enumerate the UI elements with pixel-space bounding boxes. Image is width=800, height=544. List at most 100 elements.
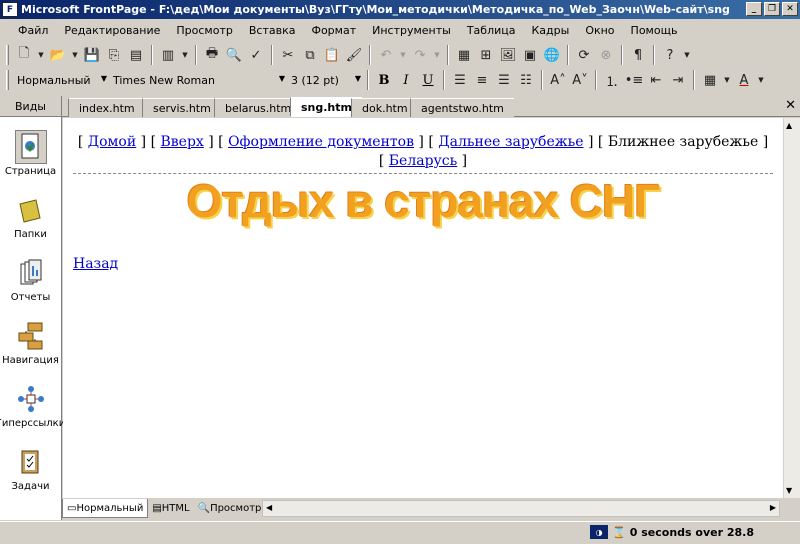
folder-list-icon[interactable]: ▤ [125, 44, 147, 66]
show-all-icon[interactable]: ¶ [627, 44, 649, 66]
view-reports[interactable]: Отчеты [0, 243, 61, 306]
new-dropdown-icon[interactable]: ▼ [35, 44, 47, 66]
font-color-dropdown-icon[interactable]: ▼ [755, 69, 767, 91]
justify-icon[interactable]: ☷ [515, 69, 537, 91]
scroll-up-icon[interactable]: ▲ [786, 121, 792, 130]
link-documents[interactable]: Оформление документов [228, 134, 414, 150]
link-home[interactable]: Домой [88, 134, 136, 150]
font-combo[interactable]: Times New Roman ▼ [109, 70, 287, 90]
chevron-down-icon[interactable]: ▼ [355, 74, 361, 83]
minimize-button[interactable]: _ [746, 2, 762, 16]
menu-help[interactable]: Помощь [623, 22, 686, 39]
borders-icon[interactable]: ▦ [699, 69, 721, 91]
style-value: Нормальный [17, 73, 91, 87]
undo-icon[interactable]: ↶ [375, 44, 397, 66]
menu-format[interactable]: Формат [303, 22, 364, 39]
underline-button[interactable]: U [417, 69, 439, 91]
view-navigation[interactable]: Навигация [0, 306, 61, 369]
save-icon[interactable]: 💾 [81, 44, 103, 66]
back-link[interactable]: Назад [73, 256, 783, 272]
scroll-left-icon[interactable]: ◀ [266, 503, 272, 512]
increase-font-icon[interactable]: A˄ [547, 69, 569, 91]
tab-belarus[interactable]: belarus.htm [214, 98, 302, 117]
open-folder-icon[interactable]: 📂 [47, 44, 69, 66]
font-size-combo[interactable]: 3 (12 pt) ▼ [287, 70, 363, 90]
tab-normal[interactable]: ▭ Нормальный [62, 499, 149, 518]
toolbar-grip[interactable] [6, 70, 9, 90]
view-hyperlinks[interactable]: Гиперссылки [0, 369, 65, 432]
borders-dropdown-icon[interactable]: ▼ [721, 69, 733, 91]
menu-view[interactable]: Просмотр [168, 22, 240, 39]
tab-agentstwo[interactable]: agentstwo.htm [410, 98, 514, 117]
menu-tools[interactable]: Инструменты [364, 22, 459, 39]
help-icon[interactable]: ? [659, 44, 681, 66]
bulleted-list-icon[interactable]: •≡ [623, 69, 645, 91]
views-icon[interactable]: ▥ [157, 44, 179, 66]
view-tasks[interactable]: Задачи [0, 432, 61, 495]
increase-indent-icon[interactable]: ⇥ [667, 69, 689, 91]
format-painter-icon[interactable]: 🖌 [343, 44, 365, 66]
chevron-down-icon[interactable]: ▼ [279, 74, 285, 83]
views-dropdown-icon[interactable]: ▼ [179, 44, 191, 66]
close-button[interactable]: ✕ [782, 2, 798, 16]
close-document-icon[interactable]: ✕ [785, 98, 796, 113]
tab-dok[interactable]: dok.htm [351, 98, 418, 117]
menu-file[interactable]: Файл [4, 22, 56, 39]
align-right-icon[interactable]: ☰ [493, 69, 515, 91]
new-page-icon[interactable]: 🗋 [13, 44, 35, 66]
hyperlink-icon[interactable]: 🌐 [541, 44, 563, 66]
bold-button[interactable]: B [373, 69, 395, 91]
menu-frames[interactable]: Кадры [523, 22, 577, 39]
publish-icon[interactable]: ⎘ [103, 44, 125, 66]
tab-preview[interactable]: 🔍 Просмотр [194, 499, 266, 518]
refresh-icon[interactable]: ⟳ [573, 44, 595, 66]
insert-video-icon[interactable]: ▣ [519, 44, 541, 66]
italic-button[interactable]: I [395, 69, 417, 91]
redo-icon[interactable]: ↷ [409, 44, 431, 66]
font-color-icon[interactable]: A [733, 69, 755, 91]
copy-icon[interactable]: ⧉ [299, 44, 321, 66]
preview-mode-icon: 🔍 [197, 503, 211, 514]
link-belarus[interactable]: Беларусь [389, 153, 457, 169]
scroll-down-icon[interactable]: ▼ [786, 486, 792, 495]
print-icon[interactable]: 🖶 [201, 44, 223, 66]
cut-icon[interactable]: ✂ [277, 44, 299, 66]
insert-picture-icon[interactable]: 🖼 [497, 44, 519, 66]
numbered-list-icon[interactable]: ⒈ [601, 69, 623, 91]
tab-servis[interactable]: servis.htm [142, 98, 221, 117]
frontpage-app-icon[interactable]: F [2, 2, 18, 17]
maximize-button[interactable]: ❐ [764, 2, 780, 16]
view-page[interactable]: Страница [0, 117, 61, 180]
vertical-scrollbar[interactable]: ▲ ▼ [783, 118, 800, 498]
chevron-down-icon[interactable]: ▼ [101, 74, 107, 83]
tab-html[interactable]: ▤ HTML [148, 499, 193, 518]
view-folders[interactable]: Папки [0, 180, 61, 243]
insert-table-icon[interactable]: ⊞ [475, 44, 497, 66]
redo-dropdown-icon[interactable]: ▼ [431, 44, 443, 66]
stop-icon[interactable]: ⊗ [595, 44, 617, 66]
align-center-icon[interactable]: ≡ [471, 69, 493, 91]
scroll-right-icon[interactable]: ▶ [770, 503, 776, 512]
link-far-abroad[interactable]: Дальнее зарубежье [438, 134, 583, 150]
link-up[interactable]: Вверх [160, 134, 203, 150]
insert-component-icon[interactable]: ▦ [453, 44, 475, 66]
style-combo[interactable]: Нормальный ▼ [13, 70, 109, 90]
menu-edit[interactable]: Редактирование [56, 22, 168, 39]
menu-insert[interactable]: Вставка [241, 22, 304, 39]
page-editor[interactable]: [ Домой ] [ Вверх ] [ Оформление докумен… [63, 118, 783, 498]
decrease-indent-icon[interactable]: ⇤ [645, 69, 667, 91]
align-left-icon[interactable]: ☰ [449, 69, 471, 91]
toolbar-options-icon[interactable]: ▼ [681, 44, 693, 66]
menu-window[interactable]: Окно [577, 22, 622, 39]
paste-icon[interactable]: 📋 [321, 44, 343, 66]
current-near-abroad: Ближнее зарубежье [607, 134, 759, 150]
open-dropdown-icon[interactable]: ▼ [69, 44, 81, 66]
menu-table[interactable]: Таблица [459, 22, 524, 39]
decrease-font-icon[interactable]: A˅ [569, 69, 591, 91]
tab-index[interactable]: index.htm [68, 98, 145, 117]
horizontal-scrollbar[interactable]: ◀ ▶ [262, 500, 780, 517]
print-preview-icon[interactable]: 🔍 [223, 44, 245, 66]
undo-dropdown-icon[interactable]: ▼ [397, 44, 409, 66]
spelling-icon[interactable]: ✓ [245, 44, 267, 66]
toolbar-grip[interactable] [6, 45, 9, 65]
